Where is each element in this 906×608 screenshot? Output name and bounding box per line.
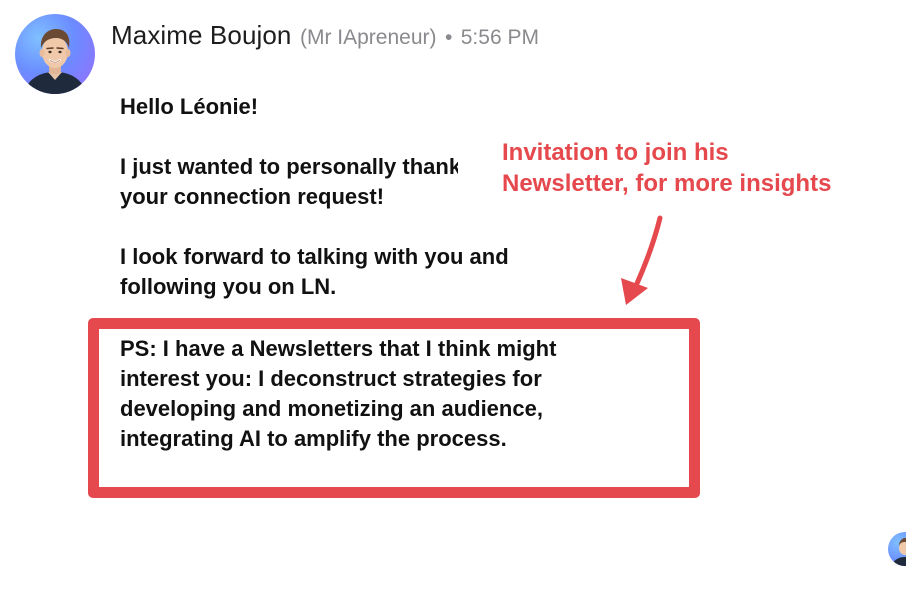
greeting-text: Hello Léonie!: [120, 94, 259, 119]
annotation-callout: Invitation to join his Newsletter, for m…: [502, 137, 902, 199]
sender-alias: (Mr IApreneur): [299, 26, 437, 49]
profile-photo-icon: [23, 29, 87, 94]
sender-name[interactable]: Maxime Boujon: [111, 20, 292, 50]
sender-avatar[interactable]: [15, 14, 95, 94]
message-header: Maxime Boujon (Mr IApreneur) • 5:56 PM: [111, 18, 539, 57]
message-time: 5:56 PM: [460, 26, 539, 49]
message-body: Hello Léonie! I just wanted to personall…: [120, 92, 590, 332]
read-receipt-avatar: [888, 532, 906, 566]
message-view: Maxime Boujon (Mr IApreneur) • 5:56 PM H…: [0, 0, 906, 608]
thanks-line-1: I just wanted to personally thank you fo…: [120, 154, 458, 179]
greeting-paragraph: Hello Léonie!: [120, 92, 590, 122]
profile-photo-icon: [891, 538, 906, 566]
annotation-line-2: Newsletter, for more insights: [502, 170, 832, 197]
arrow-down-icon: [621, 215, 663, 305]
forward-line-1: I look forward to talking with you and: [120, 244, 509, 269]
separator-dot: •: [444, 26, 453, 49]
annotation-line-1: Invitation to join his: [502, 139, 729, 166]
forward-paragraph: I look forward to talking with you and f…: [120, 242, 590, 302]
forward-line-2: following you on LN.: [120, 274, 337, 299]
highlight-box: [88, 318, 700, 498]
